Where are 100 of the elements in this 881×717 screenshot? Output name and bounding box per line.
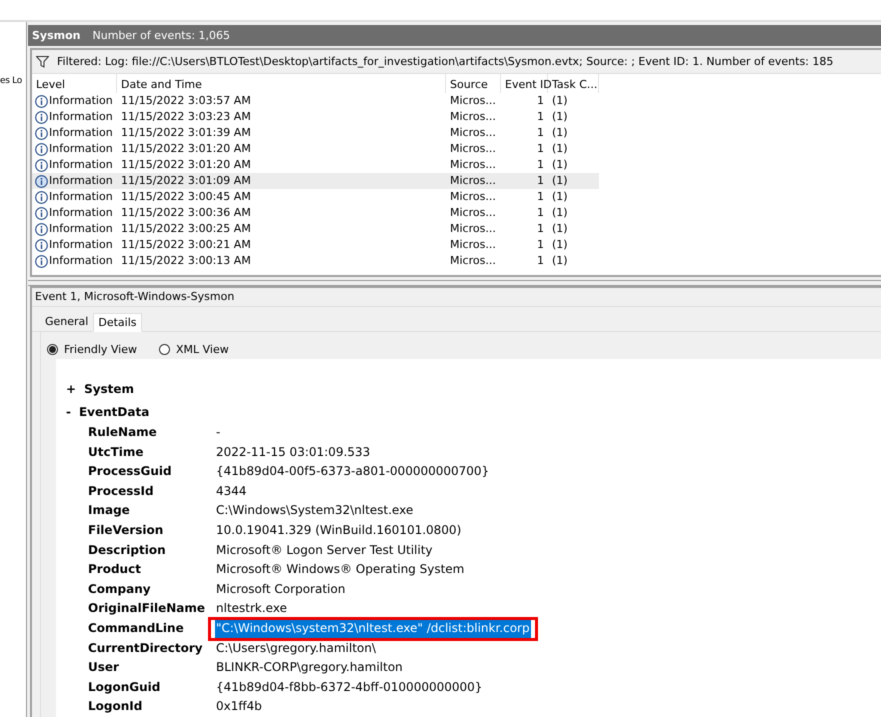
filter-text: Filtered: Log: file://C:\Users\BTLOTest\Desktop\artifacts_for_investigation\artifacts\Sysmon.evtx; Source: ; Event ID: 1. Number of events: 185	[57, 55, 834, 68]
column-header[interactable]: Level	[32, 74, 117, 93]
field-name: CurrentDirectory	[88, 640, 204, 657]
source-cell-text: Micros...	[449, 125, 497, 141]
sidebar-item[interactable]: es Lo	[0, 76, 22, 86]
date-cell-text: 11/15/2022 3:01:20 AM	[120, 157, 252, 173]
event-id-cell-text: 1	[536, 253, 545, 269]
source-cell-text: Micros...	[449, 205, 497, 221]
info-icon	[35, 110, 48, 124]
field-name: LogonId	[88, 698, 144, 716]
expand-toggle[interactable]: +	[66, 382, 76, 396]
field-value: 2022-11-15 03:01:09.533	[216, 444, 370, 461]
event-id-cell-text: 1	[536, 125, 545, 141]
level-cell: Information	[32, 237, 117, 253]
info-icon	[35, 206, 48, 220]
field-name: RuleName	[88, 424, 158, 442]
event-id-cell-text: 1	[536, 93, 545, 109]
field-value: -	[216, 424, 220, 442]
tab[interactable]: Details	[93, 313, 142, 332]
field-value: nltestrk.exe	[216, 600, 287, 618]
field-value: C:\Users\gregory.hamilton\	[216, 640, 376, 657]
date-cell: 11/15/2022 3:01:09 AM	[117, 173, 446, 189]
field-name: User	[88, 659, 120, 676]
field-value: BLINKR-CORP\gregory.hamilton	[216, 659, 403, 676]
task-cell-text: (1)	[551, 237, 569, 253]
field-value: 0x1ff4b	[216, 698, 262, 716]
field-value: 10.0.19041.329 (WinBuild.160101.0800)	[216, 522, 462, 540]
source-cell-text: Micros...	[449, 93, 497, 109]
task-cell-text: (1)	[551, 189, 569, 205]
date-cell-text: 11/15/2022 3:01:39 AM	[120, 125, 252, 141]
info-icon	[35, 94, 48, 108]
source-cell-text: Micros...	[449, 157, 497, 173]
field-name: CommandLine	[88, 620, 185, 638]
source-cell-text: Micros...	[449, 253, 497, 269]
event-id-cell-text: 1	[536, 221, 545, 237]
source-cell: Micros...	[446, 173, 501, 189]
level-cell: Information	[32, 253, 117, 269]
section-name: System	[84, 382, 134, 396]
source-cell-text: Micros...	[449, 221, 497, 237]
field-value: C:\Windows\System32\nltest.exe	[216, 502, 414, 520]
column-header[interactable]: Source	[446, 74, 501, 93]
date-cell-text: 11/15/2022 3:03:57 AM	[120, 93, 252, 109]
event-id-cell-text: 1	[536, 157, 545, 173]
level-cell: Information	[32, 173, 117, 189]
task-cell-text: (1)	[551, 253, 569, 269]
date-cell-text: 11/15/2022 3:00:13 AM	[120, 253, 252, 269]
info-icon	[35, 238, 48, 252]
task-cell: (1)	[548, 173, 599, 189]
event-title: Event 1, Microsoft-Windows-Sysmon	[32, 288, 881, 307]
event-id-cell-text: 1	[536, 109, 545, 125]
level-cell: Information	[32, 125, 117, 141]
view-radio[interactable]: XML View	[159, 342, 229, 356]
info-icon	[35, 254, 48, 268]
date-cell-text: 11/15/2022 3:01:20 AM	[120, 141, 252, 157]
task-cell-text: (1)	[551, 141, 569, 157]
level-cell: Information	[32, 109, 117, 125]
field-value: Microsoft Corporation	[216, 580, 346, 598]
field-name: Product	[88, 561, 142, 578]
info-icon	[35, 142, 48, 156]
date-cell-text: 11/15/2022 3:00:25 AM	[120, 221, 252, 237]
column-header[interactable]: Date and Time	[117, 74, 446, 93]
field-value: Microsoft® Windows® Operating System	[216, 561, 464, 578]
level-cell: Information	[32, 221, 117, 237]
field-value: {41b89d04-f8bb-6372-4bff-010000000000}	[216, 678, 482, 696]
level-cell: Information	[32, 141, 117, 157]
task-cell-text: (1)	[551, 221, 569, 237]
field-name: ProcessGuid	[88, 463, 173, 480]
date-cell-text: 11/15/2022 3:00:45 AM	[120, 189, 252, 205]
expand-toggle[interactable]: -	[66, 404, 71, 419]
field-name: Company	[88, 580, 152, 598]
source-cell-text: Micros...	[449, 189, 497, 205]
info-icon	[35, 222, 48, 236]
view-radio[interactable]: Friendly View	[47, 342, 137, 356]
info-icon	[35, 174, 48, 188]
info-icon	[35, 126, 48, 140]
field-name: FileVersion	[88, 522, 164, 540]
field-value: Microsoft® Logon Server Test Utility	[216, 542, 433, 559]
level-cell: Information	[32, 93, 117, 109]
level-cell: Information	[32, 157, 117, 173]
source-cell-text: Micros...	[449, 141, 497, 157]
date-cell-text: 11/15/2022 3:00:36 AM	[120, 205, 252, 221]
task-cell-text: (1)	[551, 157, 569, 173]
task-cell-text: (1)	[551, 109, 569, 125]
field-value: {41b89d04-00f5-6373-a801-000000000700}	[216, 463, 490, 480]
task-cell-text: (1)	[551, 205, 569, 221]
event-id-cell-text: 1	[536, 141, 545, 157]
event-id-cell-text: 1	[536, 189, 545, 205]
section-name: EventData	[78, 404, 150, 419]
source-cell-text: Micros...	[449, 109, 497, 125]
source-cell-text: Micros...	[449, 237, 497, 253]
date-cell-text: 11/15/2022 3:03:23 AM	[120, 109, 252, 125]
event-id-cell: 1	[501, 173, 548, 189]
field-value: 4344	[216, 482, 247, 500]
field-name: UtcTime	[88, 444, 145, 461]
field-name: Image	[88, 502, 131, 520]
filter-icon	[36, 56, 49, 68]
level-cell: Information	[32, 189, 117, 205]
event-count: Number of events: 1,065	[92, 29, 230, 42]
field-name: OriginalFileName	[88, 600, 206, 618]
info-icon	[35, 158, 48, 172]
